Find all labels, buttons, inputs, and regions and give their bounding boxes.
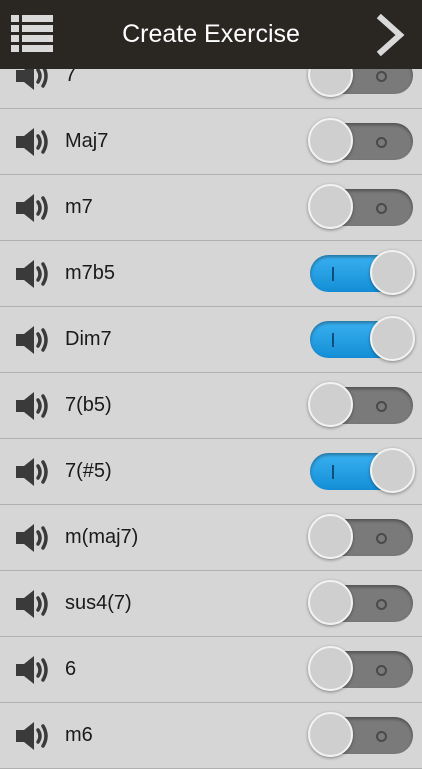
toggle-knob (308, 118, 353, 163)
chord-label: Maj7 (65, 130, 109, 152)
toggle-state-mark (373, 717, 389, 754)
speaker-icon (16, 590, 48, 618)
chord-toggle[interactable] (308, 184, 413, 229)
nav-bar: Create Exercise (0, 0, 422, 69)
chord-toggle[interactable] (308, 580, 413, 625)
chord-row: m(maj7) (0, 505, 422, 571)
play-chord-button[interactable] (14, 522, 52, 554)
play-chord-button[interactable] (14, 588, 52, 620)
toggle-knob (308, 646, 353, 691)
chord-label: 7(#5) (65, 460, 112, 482)
chord-label: m6 (65, 724, 93, 746)
speaker-icon (16, 722, 48, 750)
chord-label: 6 (65, 658, 77, 680)
chord-row: m7 (0, 175, 422, 241)
play-chord-button[interactable] (14, 456, 52, 488)
toggle-knob (370, 316, 415, 361)
chord-toggle[interactable] (308, 646, 413, 691)
chord-row: Maj7 (0, 109, 422, 175)
toggle-state-mark (332, 321, 338, 358)
toggle-state-mark (332, 255, 338, 292)
chord-label: m(maj7) (65, 526, 139, 548)
speaker-icon (16, 128, 48, 156)
chord-label: m7 (65, 196, 93, 218)
chord-row: sus4(7) (0, 571, 422, 637)
toggle-state-mark (373, 189, 389, 226)
chord-label: Dim7 (65, 328, 112, 350)
play-chord-button[interactable] (14, 654, 52, 686)
play-chord-button[interactable] (14, 126, 52, 158)
chord-row: Dim7 (0, 307, 422, 373)
chord-toggle[interactable] (308, 514, 413, 559)
play-chord-button[interactable] (14, 192, 52, 224)
chord-label: sus4(7) (65, 592, 132, 614)
list-menu-icon (11, 15, 53, 52)
chord-toggle[interactable] (308, 382, 413, 427)
speaker-icon (16, 392, 48, 420)
play-chord-button[interactable] (14, 390, 52, 422)
chord-toggle[interactable] (310, 448, 415, 493)
toggle-knob (370, 448, 415, 493)
page-title: Create Exercise (122, 20, 300, 48)
play-chord-button[interactable] (14, 258, 52, 290)
speaker-icon (16, 194, 48, 222)
toggle-state-mark (332, 453, 338, 490)
toggle-knob (308, 382, 353, 427)
toggle-knob (370, 250, 415, 295)
toggle-knob (308, 514, 353, 559)
chord-row: 6 (0, 637, 422, 703)
chord-row: 7(#5) (0, 439, 422, 505)
toggle-knob (308, 580, 353, 625)
toggle-knob (308, 712, 353, 757)
speaker-icon (16, 524, 48, 552)
toggle-state-mark (373, 123, 389, 160)
toggle-state-mark (373, 651, 389, 688)
next-button[interactable] (376, 13, 406, 57)
chord-row: m7b5 (0, 241, 422, 307)
menu-button[interactable] (10, 13, 54, 55)
chord-label: m7b5 (65, 262, 116, 284)
toggle-state-mark (373, 387, 389, 424)
chevron-right-icon (376, 13, 405, 57)
chord-toggle[interactable] (308, 712, 413, 757)
chord-label: 7(b5) (65, 394, 112, 416)
chord-toggle[interactable] (308, 118, 413, 163)
chord-row: 7(b5) (0, 373, 422, 439)
chord-list: 7 Maj7 m7 m7b5 Dim7 7(b5) 7(#5) m(maj7) … (0, 43, 422, 769)
speaker-icon (16, 656, 48, 684)
speaker-icon (16, 260, 48, 288)
toggle-state-mark (373, 519, 389, 556)
speaker-icon (16, 326, 48, 354)
toggle-state-mark (373, 585, 389, 622)
chord-toggle[interactable] (310, 250, 415, 295)
play-chord-button[interactable] (14, 720, 52, 752)
chord-row: m6 (0, 703, 422, 769)
chord-toggle[interactable] (310, 316, 415, 361)
speaker-icon (16, 458, 48, 486)
toggle-knob (308, 184, 353, 229)
play-chord-button[interactable] (14, 324, 52, 356)
